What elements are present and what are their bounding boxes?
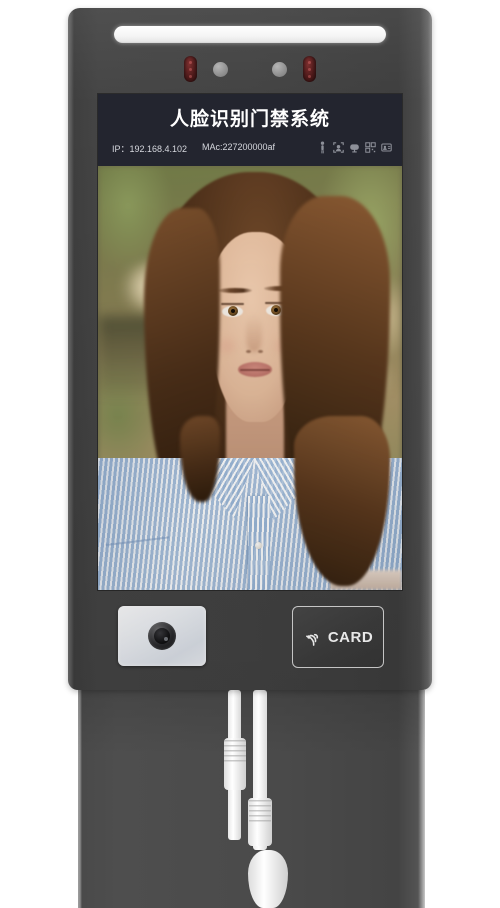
camera-lens-glint [164, 637, 168, 641]
card-reader-label: CARD [327, 628, 374, 646]
cable-assembly [120, 690, 390, 908]
nose [246, 314, 262, 352]
lip-line [240, 369, 270, 371]
eyebrow-left [218, 288, 252, 293]
screen-header-bar: 人脸识别门禁系统 IP：192.168.4.102 MAc:227200000a… [98, 94, 402, 166]
terminal-body: 人脸识别门禁系统 IP：192.168.4.102 MAc:227200000a… [68, 8, 432, 690]
nostril-left [246, 350, 251, 353]
id-card-icon [381, 143, 392, 152]
mac-address-label: MAc:227200000af [202, 142, 276, 152]
pupil-right [274, 308, 278, 312]
card-reader-button[interactable]: CARD [292, 606, 384, 668]
cable-connector-bulb [248, 850, 288, 908]
secondary-camera-module[interactable] [118, 606, 206, 666]
person-standing-icon [320, 141, 325, 154]
eyelid-left [221, 303, 244, 305]
pupil-left [231, 309, 235, 313]
camera-lens [148, 622, 176, 650]
plug-left-ribs [224, 740, 246, 762]
face-detect-icon [333, 142, 344, 153]
qr-code-icon [365, 142, 376, 153]
ir-led-right [303, 56, 316, 82]
ip-address-label: IP：192.168.4.102 [112, 144, 188, 154]
shirt-pocket [105, 536, 175, 586]
white-led-fill-light [114, 26, 386, 43]
page-title: 人脸识别门禁系统 [169, 108, 330, 130]
plug-right-ribs [249, 800, 271, 822]
proximity-sensor [272, 62, 287, 77]
shirt-button [255, 542, 262, 549]
status-icon-group [317, 141, 392, 154]
card-reader-content: CARD [303, 625, 373, 649]
rfid-wave-icon [305, 633, 318, 646]
sensor-row [68, 56, 432, 84]
status-line: IP：192.168.4.102 MAc:227200000af [98, 141, 402, 160]
ir-led-left [184, 56, 197, 82]
camera-lens-inner [154, 628, 170, 644]
display-screen[interactable]: 人脸识别门禁系统 IP：192.168.4.102 MAc:227200000a… [98, 94, 402, 590]
ambient-light-sensor [213, 62, 228, 77]
nostril-right [258, 350, 263, 353]
camera-feed [98, 166, 402, 590]
network-icon [350, 144, 359, 153]
